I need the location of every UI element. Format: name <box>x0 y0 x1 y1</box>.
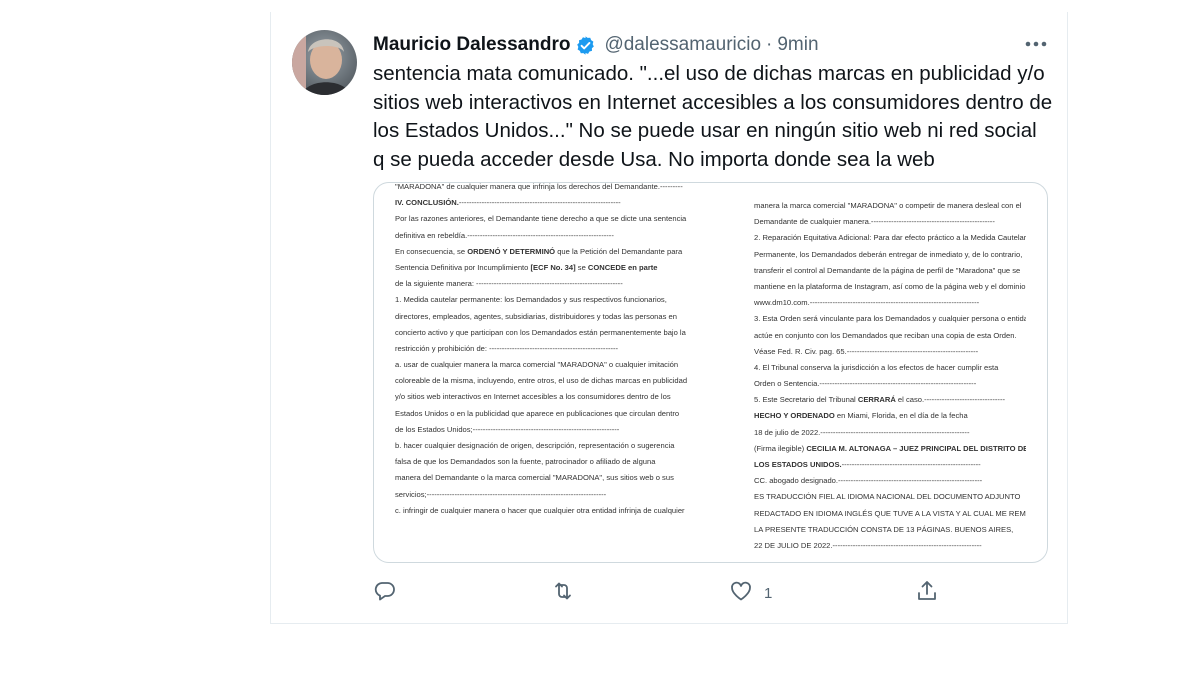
document-line: restricción y prohibición de: ----------… <box>395 343 619 353</box>
author-handle[interactable]: @dalessamauricio <box>604 34 761 56</box>
document-line: HECHO Y ORDENADO en Miami, Florida, en e… <box>754 411 968 421</box>
document-line: Demandante de cualquier manera.---------… <box>754 217 995 227</box>
document-line: coloreable de la misma, incluyendo, entr… <box>395 376 688 386</box>
document-line: y/o sitios web interactivos en Internet … <box>395 392 671 402</box>
document-line: actúe en conjunto con los Demandados que… <box>754 330 1017 340</box>
document-line: manera la marca comercial "MARADONA" o c… <box>754 201 1022 210</box>
verified-badge-icon <box>575 35 596 56</box>
document-line: En consecuencia, se ORDENÓ Y DETERMINÓ q… <box>395 246 683 256</box>
document-line: Véase Fed. R. Civ. pag. 65.-------------… <box>754 346 979 356</box>
document-line: REDACTADO EN IDIOMA INGLÉS QUE TUVE A LA… <box>754 508 1026 518</box>
more-dots-icon[interactable] <box>1022 30 1050 58</box>
document-line: LOS ESTADOS UNIDOS.---------------------… <box>754 460 981 469</box>
document-line: directores, empleados, agentes, subsidia… <box>395 311 677 321</box>
document-line: Sentencia Definitiva por Incumplimiento … <box>395 262 658 272</box>
document-line: 22 DE JULIO DE 2022.--------------------… <box>754 540 982 550</box>
document-line: Estados Unidos o en la publicidad que ap… <box>395 408 680 418</box>
tweet-text: sentencia mata comunicado. "...el uso de… <box>373 62 1053 171</box>
separator-dot: · <box>766 34 773 55</box>
retweet-button[interactable] <box>551 578 575 608</box>
avatar[interactable] <box>292 30 357 95</box>
document-line: falsa de que los Demandados son la fuent… <box>395 457 656 467</box>
document-line: concierto activo y que participan con lo… <box>395 327 686 337</box>
author-name[interactable]: Mauricio Dalessandro <box>373 34 570 56</box>
document-line: 18 de julio de 2022.--------------------… <box>754 427 970 437</box>
reply-button[interactable] <box>373 578 397 608</box>
attached-document-image[interactable]: "MARADONA" de cualquier manera que infri… <box>373 182 1048 563</box>
document-line: 5. Este Secretario del Tribunal CERRARÁ … <box>754 395 1006 405</box>
document-line: (Firma ilegible) CECILIA M. ALTONAGA – J… <box>754 443 1026 453</box>
document-line: b. hacer cualquier designación de origen… <box>395 441 675 450</box>
heart-icon <box>729 579 753 608</box>
retweet-icon <box>551 579 575 608</box>
document-line: servicios;------------------------------… <box>395 489 607 499</box>
document-line: IV. CONCLUSIÓN.-------------------------… <box>395 198 621 208</box>
share-icon <box>915 579 939 608</box>
document-line: "MARADONA" de cualquier manera que infri… <box>395 182 683 191</box>
like-count: 1 <box>764 584 773 602</box>
document-line: mantiene en la plataforma de Instagram, … <box>754 281 1026 291</box>
document-line: Orden o Sentencia.----------------------… <box>754 379 977 389</box>
document-line: www.dm10.com.---------------------------… <box>754 298 980 308</box>
document-line: 3. Esta Orden será vinculante para los D… <box>754 314 1026 324</box>
like-button[interactable]: 1 <box>729 578 772 608</box>
tweet-header: Mauricio Dalessandro @dalessamauricio · … <box>373 32 819 58</box>
document-column-left: "MARADONA" de cualquier manera que infri… <box>395 182 695 519</box>
document-line: Por las razones anteriores, el Demandant… <box>395 214 687 224</box>
document-line: CC. abogado designado.------------------… <box>754 476 983 486</box>
document-line: Permanente, los Demandados deberán entre… <box>754 249 1023 259</box>
document-line: LA PRESENTE TRADUCCIÓN CONSTA DE 13 PÁGI… <box>754 524 1014 534</box>
document-line: de los Estados Unidos;------------------… <box>395 424 620 434</box>
document-line: 4. El Tribunal conserva la jurisdicción … <box>754 362 999 372</box>
timestamp[interactable]: 9min <box>777 34 818 56</box>
document-line: ES TRADUCCIÓN FIEL AL IDIOMA NACIONAL DE… <box>754 492 1021 502</box>
document-line: 1. Medida cautelar permanente: los Deman… <box>395 295 667 305</box>
tweet-actions: 1 <box>373 578 973 608</box>
document-line: a. usar de cualquier manera la marca com… <box>395 360 679 370</box>
document-line: c. infringir de cualquier manera o hacer… <box>395 505 685 515</box>
document-column-right: manera la marca comercial "MARADONA" o c… <box>754 198 1026 554</box>
document-line: transferir el control al Demandante de l… <box>754 265 1021 275</box>
document-line: de la siguiente manera: ----------------… <box>395 279 623 289</box>
document-line: definitiva en rebeldía.-----------------… <box>395 230 614 240</box>
document-line: 2. Reparación Equitativa Adicional: Para… <box>754 233 1026 243</box>
share-button[interactable] <box>915 578 939 608</box>
document-line: manera del Demandante o la marca comerci… <box>395 473 674 483</box>
reply-icon <box>373 579 397 608</box>
